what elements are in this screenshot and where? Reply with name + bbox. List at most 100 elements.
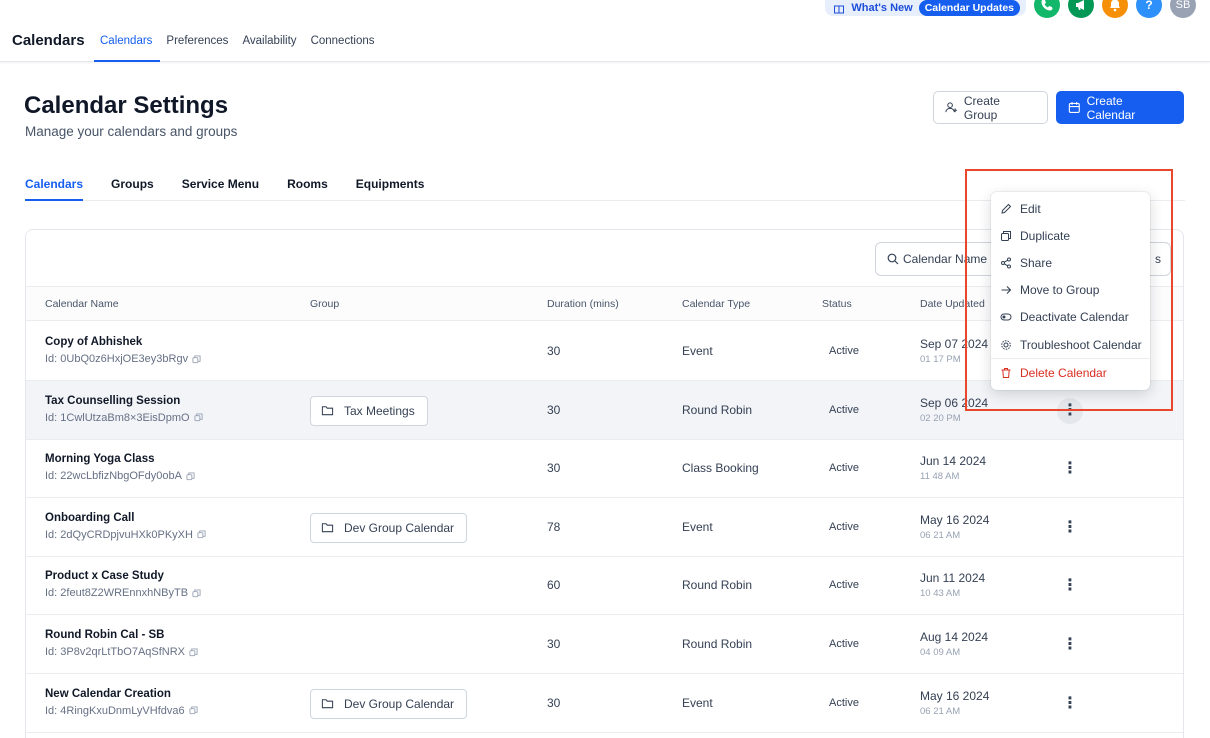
duration: 30 — [547, 695, 561, 710]
status-text: Active — [829, 579, 859, 592]
announcements-button[interactable] — [1068, 0, 1094, 18]
more-vertical-icon: ⋮ — [1062, 401, 1078, 419]
trash-icon — [1001, 367, 1011, 378]
copy-icon[interactable] — [186, 472, 195, 481]
calendar-id: Id: 1CwlUtzaBm8×3EisDpmO — [45, 412, 203, 424]
duplicate-icon — [1001, 230, 1011, 241]
menu-item-share[interactable]: Share — [991, 249, 1150, 276]
pencil-icon — [1001, 203, 1012, 214]
status-text: Active — [829, 638, 859, 650]
duration: 78 — [547, 519, 561, 534]
group-chip[interactable]: Dev Group Calendar — [310, 688, 468, 719]
row-actions-button[interactable]: ⋮ — [1057, 573, 1083, 599]
calendar-name[interactable]: Tax Counselling Session — [45, 395, 180, 407]
date-updated: May 16 2024 — [920, 512, 990, 527]
calendar-name[interactable]: New Calendar Creation — [45, 688, 171, 700]
table-row[interactable]: Morning Yoga Class Id: 22wcLbfizNbgOFdy0o… — [26, 439, 1183, 499]
calendar-type: Event — [682, 519, 713, 534]
row-actions-button[interactable]: ⋮ — [1057, 632, 1083, 658]
menu-item-deactivate[interactable]: Deactivate Calendar — [991, 304, 1150, 331]
nav-tabs: Calendars Preferences Availability Conne… — [94, 22, 383, 62]
search-icon — [887, 253, 899, 265]
menu-item-move-to-group[interactable]: Move to Group — [991, 277, 1150, 304]
whats-new-button[interactable]: What's New Calendar Updates — [825, 0, 1026, 16]
copy-icon[interactable] — [197, 530, 206, 539]
menu-item-duplicate[interactable]: Duplicate — [991, 222, 1150, 249]
copy-icon[interactable] — [189, 706, 198, 715]
arrow-right-icon — [1001, 286, 1012, 295]
create-calendar-button[interactable]: Create Calendar — [1056, 91, 1184, 124]
tab-rooms[interactable]: Rooms — [287, 168, 328, 201]
duration: 30 — [547, 461, 561, 476]
create-calendar-label: Create Calendar — [1086, 93, 1136, 122]
calendar-id: Id: 22wcLbfizNbgOFdy0obA — [45, 470, 195, 482]
date-updated: Jun 11 2024 — [920, 571, 986, 586]
calendar-type: Round Robin — [682, 402, 753, 417]
copy-icon[interactable] — [194, 413, 203, 422]
folder-icon — [321, 699, 334, 709]
tab-service-menu[interactable]: Service Menu — [182, 168, 259, 201]
nav-tab-calendars[interactable]: Calendars — [94, 22, 161, 62]
tab-equipments[interactable]: Equipments — [356, 168, 425, 201]
create-group-label: Create Group — [963, 93, 1000, 122]
calendar-updates-badge[interactable]: Calendar Updates — [918, 0, 1020, 16]
row-actions-button[interactable]: ⋮ — [1057, 397, 1083, 424]
time-updated: 10 43 AM — [920, 588, 961, 600]
more-vertical-icon: ⋮ — [1062, 460, 1078, 478]
date-updated: Jun 14 2024 — [920, 454, 987, 469]
avatar[interactable]: SB — [1170, 0, 1196, 18]
notifications-button[interactable] — [1102, 0, 1128, 18]
nav-tab-connections[interactable]: Connections — [305, 22, 383, 62]
calendar-id-text: Id: 4RingKxuDnmLyVHfdva6 — [45, 704, 185, 717]
calendar-name[interactable]: Product x Case Study — [45, 570, 164, 582]
help-button[interactable]: ? — [1136, 0, 1162, 18]
menu-item-delete[interactable]: Delete Calendar — [991, 359, 1150, 386]
calendar-name[interactable]: Round Robin Cal - SB — [45, 629, 164, 641]
calendar-id: Id: 2dQyCRDpjvuHXk0PKyXH — [45, 529, 206, 541]
status-text: Active — [829, 345, 859, 357]
status-text: Active — [829, 462, 859, 475]
copy-icon[interactable] — [189, 647, 198, 657]
tab-calendars[interactable]: Calendars — [25, 168, 84, 201]
bell-icon — [1110, 0, 1120, 12]
calendar-name[interactable]: Onboarding Call — [45, 512, 134, 524]
calendar-type: Round Robin — [682, 637, 753, 651]
copy-icon[interactable] — [192, 589, 201, 598]
copy-icon[interactable] — [192, 354, 201, 364]
top-navigation: Calendars Calendars Preferences Availabi… — [0, 22, 1210, 62]
phone-icon — [1041, 0, 1053, 11]
calendar-type: Class Booking — [682, 461, 759, 476]
calendar-id: Id: 3P8v2qrLtTbO7AqSfNRX — [45, 646, 198, 658]
time-updated: 01 17 PM — [920, 354, 961, 365]
help-icon: ? — [1145, 0, 1153, 12]
row-actions-button[interactable]: ⋮ — [1057, 691, 1083, 717]
column-status: Status — [822, 298, 852, 310]
nav-tab-availability[interactable]: Availability — [236, 22, 304, 62]
time-updated: 06 21 AM — [920, 705, 961, 717]
status-text: Active — [829, 520, 859, 533]
nav-tab-preferences[interactable]: Preferences — [160, 22, 236, 62]
phone-button[interactable] — [1034, 0, 1060, 18]
menu-item-troubleshoot[interactable]: Troubleshoot Calendar — [991, 331, 1150, 358]
calendar-type: Event — [682, 695, 713, 710]
status-text: Active — [829, 403, 859, 416]
calendar-name[interactable]: Morning Yoga Class — [45, 453, 154, 465]
table-row[interactable]: Onboarding Call Id: 2dQyCRDpjvuHXk0PKyXH D… — [26, 498, 1183, 557]
table-row[interactable]: Product x Case Study Id: 2feut8Z2WREnnxhN… — [26, 556, 1183, 616]
calendar-id-text: Id: 1CwlUtzaBm8×3EisDpmO — [45, 411, 190, 424]
group-chip[interactable]: Dev Group Calendar — [310, 512, 468, 543]
column-group: Group — [310, 298, 340, 310]
time-updated: 04 09 AM — [920, 647, 961, 658]
more-vertical-icon: ⋮ — [1062, 694, 1078, 712]
row-actions-button[interactable]: ⋮ — [1057, 456, 1083, 482]
row-actions-button[interactable]: ⋮ — [1057, 515, 1083, 541]
tab-groups[interactable]: Groups — [111, 168, 154, 201]
menu-item-edit[interactable]: Edit — [991, 195, 1150, 222]
table-row[interactable]: New Calendar Creation Id: 4RingKxuDnmLyVH… — [26, 674, 1183, 733]
folder-icon — [321, 523, 334, 533]
calendar-id: Id: 4RingKxuDnmLyVHfdva6 — [45, 705, 198, 717]
calendar-name[interactable]: Copy of Abhishek — [45, 336, 142, 348]
create-group-button[interactable]: Create Group — [933, 91, 1048, 124]
table-row[interactable]: Round Robin Cal - SB Id: 3P8v2qrLtTbO7AqS… — [26, 615, 1183, 674]
group-chip[interactable]: Tax Meetings — [310, 395, 428, 426]
